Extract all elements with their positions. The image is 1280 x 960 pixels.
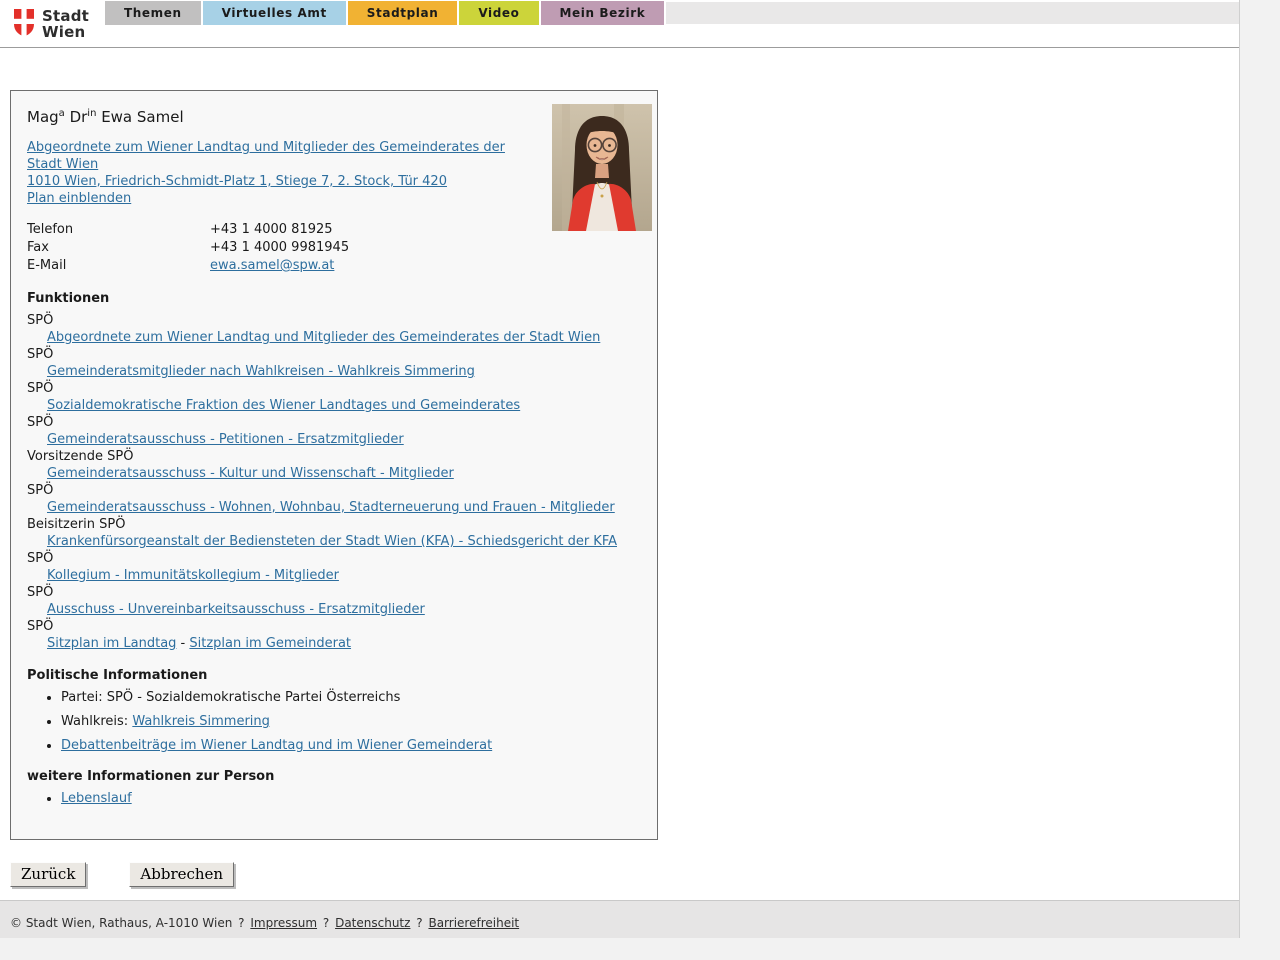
debatten-item: Debattenbeiträge im Wiener Landtag und i… [61, 738, 641, 753]
page-title: Maga Drin Ewa Samel [27, 108, 641, 126]
site-footer: © Stadt Wien, Rathaus, A-1010 Wien ? Imp… [0, 900, 1239, 938]
function-role: SPÖ [27, 313, 54, 328]
function-link[interactable]: Sozialdemokratische Fraktion des Wiener … [47, 398, 520, 413]
address-link[interactable]: 1010 Wien, Friedrich-Schmidt-Platz 1, St… [27, 174, 447, 189]
function-entry: SPÖ Gemeinderatsausschuss - Petitionen -… [27, 414, 641, 448]
function-role: SPÖ [27, 347, 54, 362]
politik-list: Partei: SPÖ - Sozialdemokratische Partei… [27, 690, 641, 753]
wahlkreis-item: Wahlkreis: Wahlkreis Simmering [61, 714, 641, 729]
function-role: SPÖ [27, 381, 54, 396]
function-role: SPÖ [27, 551, 54, 566]
back-button[interactable]: Zurück [10, 862, 87, 887]
logo-line-2: Wien [42, 23, 86, 41]
barrierefreiheit-link[interactable]: Barrierefreiheit [428, 916, 519, 930]
main-nav: Themen Virtuelles Amt Stadtplan Video Me… [105, 1, 1239, 25]
function-link[interactable]: Abgeordnete zum Wiener Landtag und Mitgl… [47, 330, 600, 345]
name-part: Dr [64, 108, 88, 126]
function-link[interactable]: Kollegium - Immunitätskollegium - Mitgli… [47, 568, 339, 583]
wien-shield-icon [13, 8, 35, 41]
main-content: Maga Drin Ewa Samel Abgeordnete zum Wien… [0, 48, 1239, 900]
contact-row-telefon: Telefon +43 1 4000 81925 [27, 221, 641, 239]
email-link[interactable]: ewa.samel@spw.at [210, 257, 334, 275]
seat-separator: - [176, 636, 190, 651]
function-entry: SPÖ Kollegium - Immunitätskollegium - Mi… [27, 550, 641, 584]
weitere-list: Lebenslauf [27, 791, 641, 806]
debatten-link[interactable]: Debattenbeiträge im Wiener Landtag und i… [61, 738, 492, 753]
function-entry: SPÖ Sozialdemokratische Fraktion des Wie… [27, 380, 641, 414]
partei-item: Partei: SPÖ - Sozialdemokratische Partei… [61, 690, 641, 705]
footer-separator: ? [416, 916, 423, 930]
impressum-link[interactable]: Impressum [250, 916, 317, 930]
copyright-text: © Stadt Wien, Rathaus, A-1010 Wien [10, 916, 233, 930]
funktionen-list: SPÖ Abgeordnete zum Wiener Landtag und M… [27, 312, 641, 652]
function-entry: Beisitzerin SPÖ Krankenfürsorgeanstalt d… [27, 516, 641, 550]
fax-label: Fax [27, 240, 49, 255]
name-part: Mag [27, 108, 59, 126]
lebenslauf-item: Lebenslauf [61, 791, 641, 806]
function-link[interactable]: Gemeinderatsausschuss - Kultur und Wisse… [47, 466, 454, 481]
office-title-link[interactable]: Abgeordnete zum Wiener Landtag und Mitgl… [27, 140, 505, 172]
function-entry: SPÖ Ausschuss - Unvereinbarkeitsausschus… [27, 584, 641, 618]
name-part: Ewa Samel [96, 108, 184, 126]
function-role: SPÖ [27, 619, 54, 634]
email-label: E-Mail [27, 258, 67, 273]
wahlkreis-label: Wahlkreis: [61, 714, 133, 729]
function-entry: Vorsitzende SPÖ Gemeinderatsausschuss - … [27, 448, 641, 482]
footer-separator: ? [322, 916, 330, 930]
plan-einblenden-link[interactable]: Plan einblenden [27, 191, 131, 206]
nav-tab-mein-bezirk[interactable]: Mein Bezirk [540, 1, 665, 25]
nav-tab-stadtplan[interactable]: Stadtplan [347, 1, 458, 25]
function-entry: SPÖ Gemeinderatsausschuss - Wohnen, Wohn… [27, 482, 641, 516]
cancel-button[interactable]: Abbrechen [129, 862, 235, 887]
function-role: SPÖ [27, 585, 54, 600]
footer-separator: ? [238, 916, 245, 930]
nav-strip [666, 2, 1239, 24]
funktionen-heading: Funktionen [27, 291, 110, 306]
action-buttons: Zurück Abbrechen [10, 862, 1239, 887]
function-link[interactable]: Gemeinderatsmitglieder nach Wahlkreisen … [47, 364, 475, 379]
function-role: SPÖ [27, 415, 54, 430]
profile-header-links: Abgeordnete zum Wiener Landtag und Mitgl… [27, 139, 532, 207]
function-entry: SPÖ Abgeordnete zum Wiener Landtag und M… [27, 312, 641, 346]
telefon-value: +43 1 4000 81925 [210, 222, 333, 237]
logo-text: Stadt Wien [42, 8, 89, 40]
weitere-heading: weitere Informationen zur Person [27, 769, 275, 784]
politik-heading: Politische Informationen [27, 668, 208, 683]
nav-tab-virtuelles-amt[interactable]: Virtuelles Amt [202, 1, 346, 25]
function-link[interactable]: Ausschuss - Unvereinbarkeitsausschuss - … [47, 602, 425, 617]
function-role: Beisitzerin SPÖ [27, 517, 126, 532]
function-link[interactable]: Gemeinderatsausschuss - Petitionen - Ers… [47, 432, 404, 447]
function-link[interactable]: Gemeinderatsausschuss - Wohnen, Wohnbau,… [47, 500, 615, 515]
page: Stadt Wien Themen Virtuelles Amt Stadtpl… [0, 0, 1240, 938]
profile-card: Maga Drin Ewa Samel Abgeordnete zum Wien… [10, 90, 658, 840]
contact-row-email: E-Mail ewa.samel@spw.at [27, 257, 641, 275]
function-role: Vorsitzende SPÖ [27, 449, 134, 464]
contact-row-fax: Fax +43 1 4000 9981945 [27, 239, 641, 257]
lebenslauf-link[interactable]: Lebenslauf [61, 791, 132, 806]
fax-value: +43 1 4000 9981945 [210, 240, 350, 255]
profile-photo [552, 104, 652, 231]
function-entry-seatplan: SPÖ Sitzplan im Landtag - Sitzplan im Ge… [27, 618, 641, 652]
site-header: Stadt Wien Themen Virtuelles Amt Stadtpl… [0, 0, 1239, 48]
function-entry: SPÖ Gemeinderatsmitglieder nach Wahlkrei… [27, 346, 641, 380]
telefon-label: Telefon [27, 222, 74, 237]
function-link[interactable]: Krankenfürsorgeanstalt der Bediensteten … [47, 534, 617, 549]
nav-tab-video[interactable]: Video [459, 1, 539, 25]
contact-info: Telefon +43 1 4000 81925 Fax +43 1 4000 … [27, 221, 641, 275]
sitzplan-landtag-link[interactable]: Sitzplan im Landtag [47, 636, 176, 651]
stadt-wien-logo[interactable]: Stadt Wien [13, 8, 89, 41]
function-role: SPÖ [27, 483, 54, 498]
nav-tab-themen[interactable]: Themen [105, 1, 201, 25]
wahlkreis-link[interactable]: Wahlkreis Simmering [132, 714, 270, 729]
datenschutz-link[interactable]: Datenschutz [335, 916, 410, 930]
sitzplan-gemeinderat-link[interactable]: Sitzplan im Gemeinderat [189, 636, 351, 651]
